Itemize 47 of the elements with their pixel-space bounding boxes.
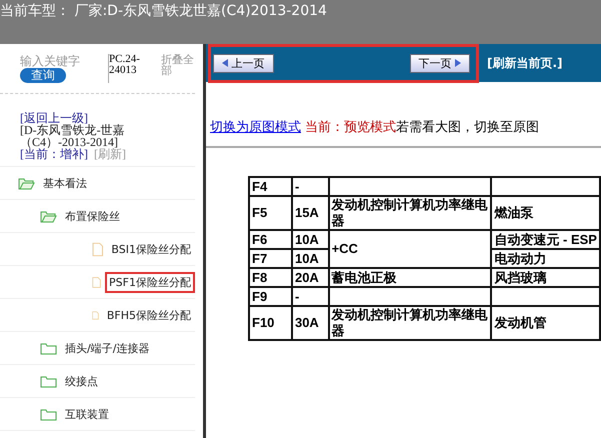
search-button[interactable]: 查询 [20, 68, 66, 83]
table-cell: 10A [294, 232, 319, 246]
current-mode-label: 当前：预览模式 [305, 120, 396, 135]
table-cell: - [294, 288, 300, 304]
table-cell: 蓄电池正极 [332, 270, 397, 284]
table-cell: 燃油泵 [494, 205, 534, 220]
right-arrow-icon [455, 59, 461, 68]
table-cell: 发动机控制计算机功率继电器 [332, 197, 488, 228]
table-cell: 电动动力 [494, 250, 546, 266]
table-cell: F8 [252, 270, 268, 284]
table-cell: F6 [252, 232, 268, 246]
original-mode-link[interactable]: 切换为原图模式 [210, 120, 301, 135]
tree-item[interactable]: 插头/端子/连接器 [61, 338, 154, 358]
table-cell: +CC [332, 241, 358, 256]
tree-item[interactable]: 布置保险丝 [61, 206, 124, 226]
back-link[interactable]: [返回上一级] [20, 112, 187, 124]
table-cell: 10A [294, 250, 319, 266]
table-cell: F7 [252, 250, 268, 266]
mode-hint: 若需看大图，切换至原图 [396, 120, 540, 135]
table-cell: 发动机控制计算机功率继电器 [332, 307, 488, 338]
table-cell: F4 [252, 178, 268, 194]
file-icon [92, 242, 104, 256]
tree-item[interactable]: 基本看法 [39, 172, 91, 194]
table-cell: 20A [294, 270, 319, 284]
previous-page-button[interactable]: 上一页 [213, 54, 274, 72]
model-code: PC.24-24013 [108, 54, 155, 83]
tree-item[interactable]: PSF1保险丝分配 [105, 272, 195, 292]
left-arrow-icon [222, 59, 228, 68]
table-cell: 自动变速元 - ESP [494, 232, 597, 246]
table-cell: F10 [252, 315, 274, 330]
table-cell: F5 [252, 205, 268, 220]
tree-item[interactable]: BSI1保险丝分配 [107, 238, 195, 260]
next-page-button[interactable]: 下一页 [410, 54, 470, 72]
tree-item[interactable]: 绞接点 [61, 370, 102, 392]
table-cell: - [294, 178, 300, 194]
table-cell: F9 [252, 288, 268, 304]
table-cell: 发动机管 [494, 315, 546, 330]
tree-item[interactable]: BFH5保险丝分配 [102, 304, 195, 326]
window-title: 当前车型： 厂家:D-东风雪铁龙世嘉(C4)2013-2014 [0, 3, 327, 19]
table-cell: 30A [294, 315, 319, 330]
tree-item[interactable]: 互联装置 [61, 404, 113, 424]
file-icon [92, 274, 102, 290]
refresh-page-link[interactable]: [刷新当前页.] [487, 54, 563, 72]
current-label: [当前：增补] [20, 148, 88, 160]
table-cell: 15A [294, 205, 319, 220]
model-path: [D-东风雪铁龙-世嘉（C4）-2013-2014] [20, 124, 126, 148]
table-cell: 风挡玻璃 [494, 270, 546, 284]
